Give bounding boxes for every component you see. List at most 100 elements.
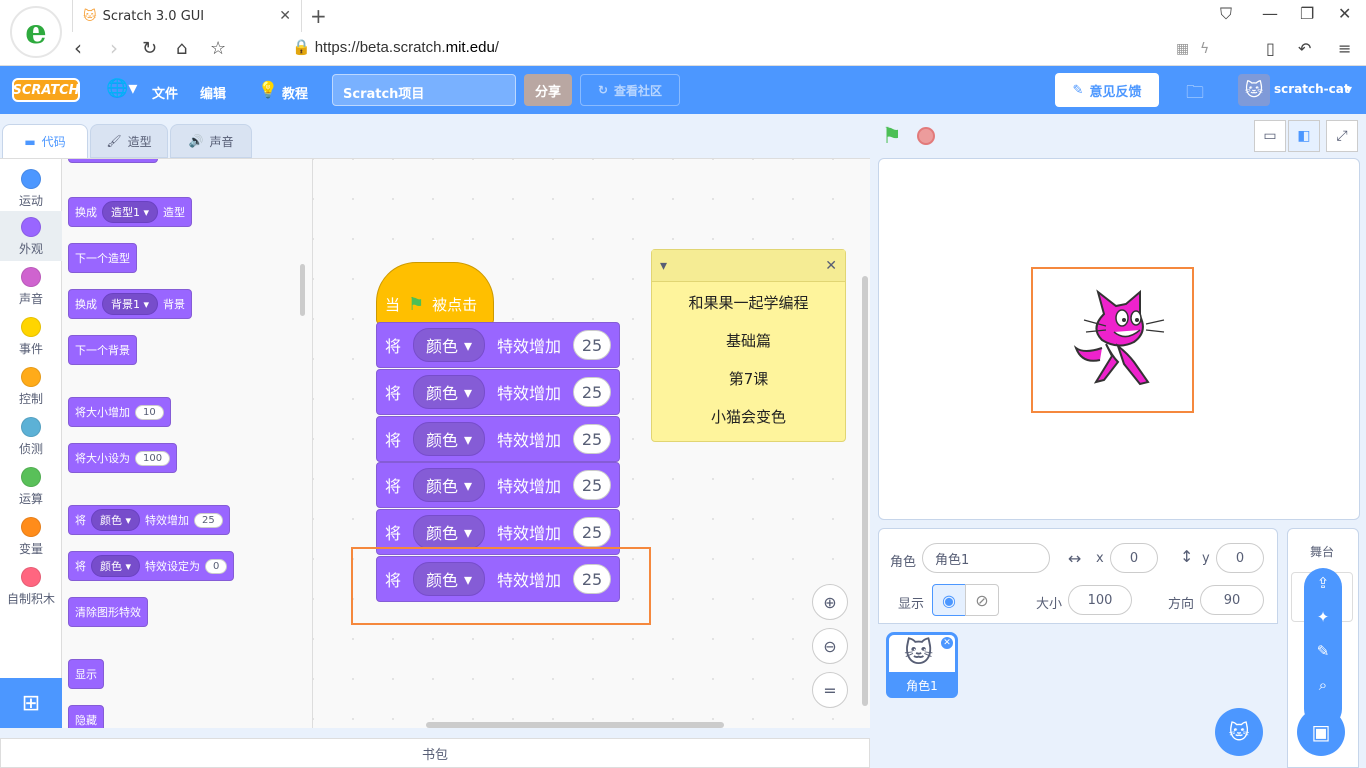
browser-tab[interactable]: 🐱 Scratch 3.0 GUI ✕ [72,0,302,32]
palette-switch-backdrop[interactable]: 换成 背景1 ▾ 背景 [68,289,193,319]
back-icon[interactable]: ‹ [74,36,82,60]
reader-icon[interactable]: ▯ [1266,39,1275,58]
add-backdrop-button[interactable]: ▣ [1297,708,1345,756]
number-input[interactable]: 25 [573,470,611,500]
upload-icon[interactable]: ⇪ [1317,574,1330,592]
comment-header[interactable]: ▾ ✕ [652,250,845,282]
user-avatar[interactable]: 🐱 [1238,74,1270,106]
category-operators[interactable]: 运算 [0,461,62,511]
number-input[interactable]: 25 [573,424,611,454]
paint-icon[interactable]: ✎ [1317,642,1330,660]
hide-sprite-button[interactable]: ⊘ [965,584,999,616]
green-flag-button[interactable]: ⚑ [882,124,902,149]
palette-switch-costume[interactable]: 换成 造型1 ▾ 造型 [68,197,193,227]
show-sprite-button[interactable]: ◉ [932,584,966,616]
stop-button[interactable] [917,127,935,145]
tab-costumes[interactable]: 🖌 造型 [90,124,168,158]
feedback-button[interactable]: ✎ 意见反馈 [1055,73,1159,107]
category-sound[interactable]: 声音 [0,261,62,311]
add-sprite-button[interactable]: 🐱 [1215,708,1263,756]
close-tab-icon[interactable]: ✕ [279,8,291,24]
change-effect-block[interactable]: 将 颜色 ▾ 特效增加 25 [376,416,620,462]
change-effect-block[interactable]: 将 颜色 ▾ 特效增加 25 [376,322,620,368]
menu-icon[interactable]: ≡ [1338,39,1351,58]
lightning-icon[interactable]: ϟ [1200,41,1209,57]
home-icon[interactable]: ⌂ [176,38,187,59]
palette-set-size[interactable]: 将大小设为 100 [68,443,178,473]
palette-show[interactable]: 显示 [68,659,104,689]
share-button[interactable]: 分享 [524,74,572,106]
palette-change-size[interactable]: 将大小增加 10 [68,397,171,427]
scratch-logo[interactable]: SCRATCH [12,78,80,102]
reload-icon[interactable]: ↻ [142,38,157,59]
backpack[interactable]: 书包 [0,738,870,768]
add-extension-button[interactable]: ⊞ [0,678,62,728]
shirt-icon[interactable]: ⛉ [1220,4,1232,24]
number-input[interactable]: 25 [573,377,611,407]
comment-note[interactable]: ▾ ✕ 和果果一起学编程 基础篇 第7课 小猫会变色 [651,249,846,442]
close-window-icon[interactable]: ✕ [1338,4,1351,23]
see-community-button[interactable]: ↻ 查看社区 [580,74,680,106]
effect-dropdown[interactable]: 颜色 ▾ [413,328,485,362]
palette-hide[interactable]: 隐藏 [68,705,104,728]
forward-icon[interactable]: › [110,36,118,60]
category-my-blocks[interactable]: 自制积木 [0,561,62,611]
y-input[interactable]: 0 [1216,543,1264,573]
category-variables[interactable]: 变量 [0,511,62,561]
zoom-out-button[interactable]: ⊖ [812,628,848,664]
palette-next-costume[interactable]: 下一个造型 [68,243,137,273]
costume-dropdown[interactable]: 造型1 ▾ [102,201,159,223]
qr-icon[interactable]: ▦ [1176,41,1189,57]
restore-icon[interactable]: ❐ [1300,4,1314,23]
category-events[interactable]: 事件 [0,311,62,361]
size-input[interactable]: 100 [1068,585,1132,615]
direction-input[interactable]: 90 [1200,585,1264,615]
palette-scrollbar[interactable] [300,264,305,316]
tab-code[interactable]: ▬ 代码 [2,124,88,158]
palette-next-backdrop[interactable]: 下一个背景 [68,335,137,365]
number-input[interactable]: 100 [135,450,171,466]
sprite-name-input[interactable]: 角色1 [922,543,1050,573]
palette-change-effect[interactable]: 将 颜色 ▾ 特效增加 25 [68,505,230,535]
url-field[interactable]: 🔒 https://beta.scratch.mit.edu/ [292,38,499,56]
zoom-in-button[interactable]: ⊕ [812,584,848,620]
palette-clear-effects[interactable]: 清除图形特效 [68,597,148,627]
category-sensing[interactable]: 侦测 [0,411,62,461]
edit-menu[interactable]: 编辑 [200,83,226,102]
effect-dropdown[interactable]: 颜色 ▾ [413,515,485,549]
folder-icon[interactable]: 🗀 [1186,80,1204,110]
effect-dropdown[interactable]: 颜色 ▾ [413,468,485,502]
language-globe-icon[interactable]: 🌐▾ [106,78,137,99]
number-input[interactable]: 25 [573,517,611,547]
file-menu[interactable]: 文件 [152,83,178,102]
change-effect-block[interactable]: 将 颜色 ▾ 特效增加 25 [376,369,620,415]
close-icon[interactable]: ✕ [825,258,837,274]
palette-set-effect[interactable]: 将 颜色 ▾ 特效设定为 0 [68,551,235,581]
when-flag-clicked-block[interactable]: 当 ⚑ 被点击 [376,262,494,324]
favorite-star-icon[interactable]: ☆ [210,38,226,59]
minimize-icon[interactable]: — [1262,4,1278,23]
delete-sprite-icon[interactable]: ✕ [940,636,954,650]
user-chevron-down-icon[interactable]: ▾ [1346,82,1352,96]
search-icon[interactable]: ⌕ [1319,676,1327,694]
tutorials-menu[interactable]: 教程 [282,83,308,102]
project-title-input[interactable]: Scratch项目 [332,74,516,106]
category-motion[interactable]: 运动 [0,163,62,213]
backdrop-menu[interactable]: ⇪ ✦ ✎ ⌕ [1304,568,1342,728]
number-input[interactable]: 0 [205,558,228,574]
change-effect-block[interactable]: 将 颜色 ▾ 特效增加 25 [376,462,620,508]
collapse-triangle-icon[interactable]: ▾ [660,258,667,274]
tab-sounds[interactable]: 🔊 声音 [170,124,252,158]
effect-dropdown[interactable]: 颜色 ▾ [413,422,485,456]
effect-dropdown[interactable]: 颜色 ▾ [91,555,141,577]
zoom-reset-button[interactable]: = [812,672,848,708]
backdrop-dropdown[interactable]: 背景1 ▾ [102,293,159,315]
small-stage-button[interactable]: ▭ [1254,120,1286,152]
username[interactable]: scratch-cat [1274,82,1350,96]
effect-dropdown[interactable]: 颜色 ▾ [91,509,141,531]
large-stage-button[interactable]: ◧ [1288,120,1320,152]
workspace-vertical-scrollbar[interactable] [862,276,868,706]
palette-block-partial[interactable] [68,159,158,163]
workspace-horizontal-scrollbar[interactable] [426,722,724,728]
number-input[interactable]: 25 [573,330,611,360]
